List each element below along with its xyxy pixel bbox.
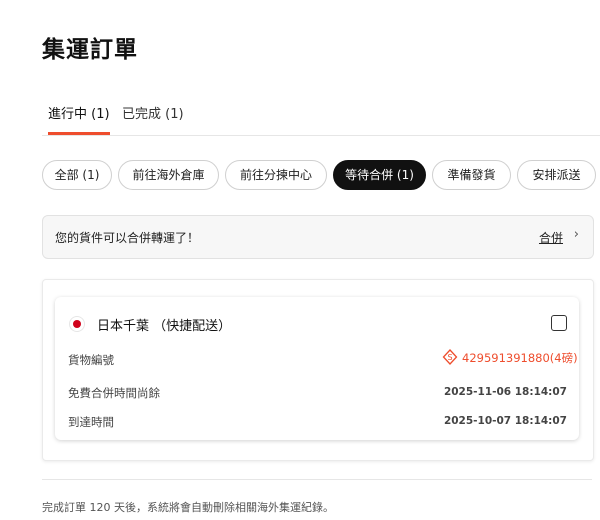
free-consolidation-time-value: 2025-11-06 18:14:07 bbox=[443, 386, 567, 398]
filter-chip-preparing-shipment[interactable]: 準備發貨 bbox=[432, 160, 511, 190]
filter-chip-to-sorting-center[interactable]: 前往分揀中心 bbox=[225, 160, 327, 190]
active-tab-indicator bbox=[48, 132, 110, 135]
japan-flag-icon bbox=[70, 317, 84, 331]
arrival-time-label: 到達時間 bbox=[68, 415, 114, 429]
chevron-right-icon: › bbox=[573, 227, 579, 242]
tracking-number-value: 429591391880(4磅) bbox=[462, 351, 578, 365]
filter-chip-arranging-delivery[interactable]: 安排派送 bbox=[517, 160, 596, 190]
consolidation-notice[interactable]: 您的貨件可以合併轉運了！ 合併 › bbox=[42, 215, 594, 259]
tab-label: 已完成 (1) bbox=[122, 107, 184, 122]
tab-completed[interactable]: 已完成 (1) bbox=[122, 98, 184, 134]
arrival-time-value: 2025-10-07 18:14:07 bbox=[443, 415, 567, 427]
tracking-number: S 429591391880(4磅) bbox=[442, 349, 578, 365]
filter-chip-to-overseas-warehouse[interactable]: 前往海外倉庫 bbox=[118, 160, 219, 190]
divider bbox=[42, 479, 592, 480]
shipment-group-card: 日本千葉 （快捷配送） 貨物編號 S 429591391880(4磅) 免費合併… bbox=[42, 279, 594, 461]
filter-chip-all[interactable]: 全部 (1) bbox=[42, 160, 112, 190]
notice-text: 您的貨件可以合併轉運了！ bbox=[55, 231, 200, 245]
tab-label: 進行中 (1) bbox=[48, 107, 110, 122]
page-title: 集運訂單 bbox=[42, 37, 138, 63]
filter-chip-awaiting-consolidation[interactable]: 等待合併 (1) bbox=[333, 160, 426, 190]
shipment-card: 日本千葉 （快捷配送） 貨物編號 S 429591391880(4磅) 免費合併… bbox=[55, 297, 579, 440]
shipment-destination: 日本千葉 （快捷配送） bbox=[97, 319, 232, 334]
footer-note: 完成訂單 120 天後，系統將會自動刪除相關海外集運紀錄。 bbox=[42, 501, 334, 514]
shipping-fee-icon: S bbox=[442, 349, 458, 365]
consolidate-link[interactable]: 合併 bbox=[539, 229, 563, 246]
tab-in-progress[interactable]: 進行中 (1) bbox=[48, 98, 110, 135]
status-tabs: 進行中 (1) 已完成 (1) bbox=[42, 98, 600, 136]
free-consolidation-time-label: 免費合併時間尚餘 bbox=[68, 386, 160, 400]
svg-text:S: S bbox=[447, 353, 452, 362]
tracking-number-label: 貨物編號 bbox=[68, 353, 114, 367]
shipment-select-checkbox[interactable] bbox=[551, 315, 567, 331]
